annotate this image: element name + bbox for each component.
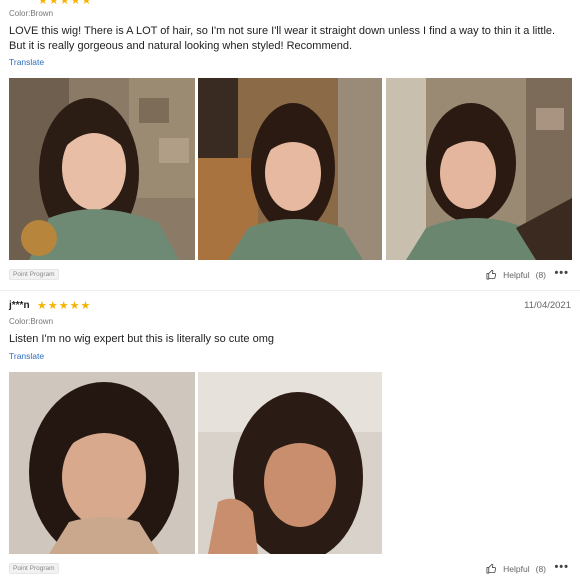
review-1-color: Color:Brown — [9, 9, 54, 18]
review-1-text: LOVE this wig! There is A LOT of hair, s… — [9, 25, 556, 52]
thumbs-up-icon — [486, 563, 497, 574]
review-1-translate-link[interactable]: Translate — [9, 57, 44, 67]
review-2-helpful-label: Helpful — [503, 563, 530, 574]
review-2-date: 11/04/2021 — [524, 300, 571, 311]
review-2-point-program-badge: Point Program — [9, 563, 59, 574]
review-divider — [0, 290, 580, 291]
review-2-stars: ★★★★★ — [37, 300, 92, 312]
review-2-user: j***n — [9, 300, 30, 311]
review-2-helpful-count: (8) — [535, 563, 546, 574]
review-1-helpful-count: (8) — [535, 269, 546, 280]
review-1-stars-cutoff: ★★★★★ — [38, 0, 93, 7]
review-2-more-icon[interactable]: ••• — [554, 561, 569, 573]
review-1-date-cutoff — [568, 0, 571, 4]
review-1-photo-2[interactable] — [198, 78, 382, 260]
review-1-helpful-label: Helpful — [503, 269, 530, 280]
review-2-translate-link[interactable]: Translate — [9, 351, 44, 361]
review-2-header: j***n ★★★★★ 11/04/2021 — [9, 300, 571, 314]
review-1-photo-3[interactable] — [386, 78, 572, 260]
review-2-text: Listen I'm no wig expert but this is lit… — [9, 333, 274, 345]
review-2-photo-1[interactable] — [9, 372, 195, 554]
review-1-photo-1[interactable] — [9, 78, 195, 260]
review-2-helpful-button[interactable]: Helpful (8) — [486, 563, 546, 574]
review-2-color: Color:Brown — [9, 317, 54, 326]
review-1-more-icon[interactable]: ••• — [554, 267, 569, 279]
thumbs-up-icon — [486, 269, 497, 280]
review-1-helpful-button[interactable]: Helpful (8) — [486, 269, 546, 280]
review-1-point-program-badge: Point Program — [9, 269, 59, 280]
review-1-user-cutoff — [9, 0, 12, 4]
review-2-photo-2[interactable] — [198, 372, 382, 554]
